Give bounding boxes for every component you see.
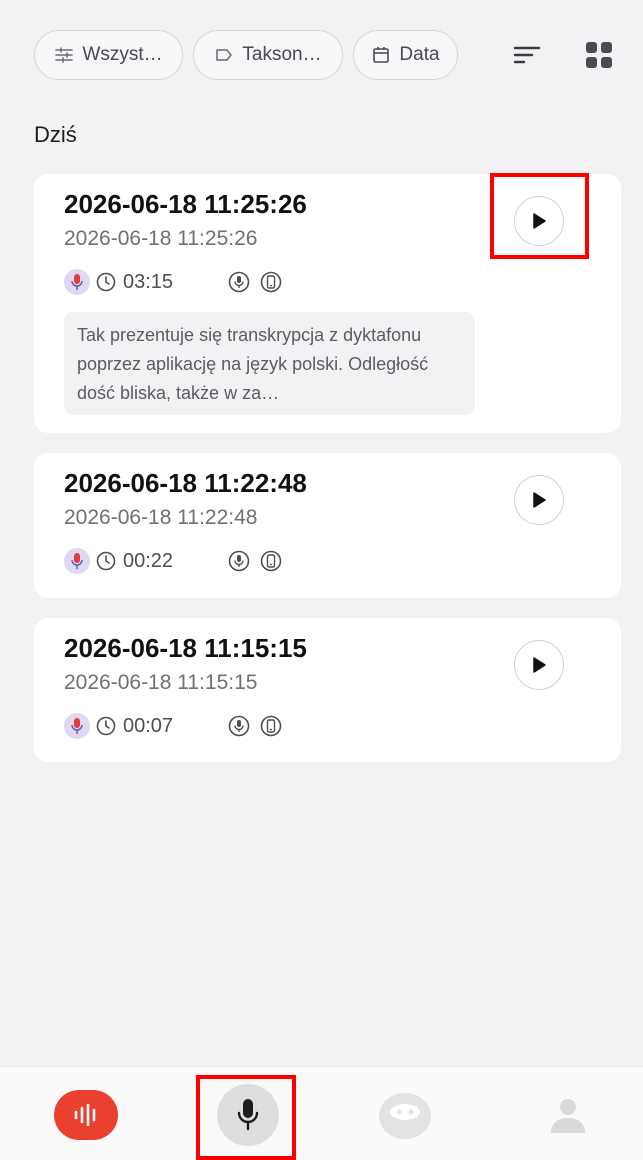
filter-all-label: Wszyst… — [82, 44, 163, 65]
play-icon — [533, 213, 546, 229]
filter-all-chip[interactable]: Wszyst… — [34, 30, 183, 80]
recording-subtitle: 2026-06-18 11:25:26 — [64, 227, 258, 250]
grid-view-icon[interactable] — [584, 40, 614, 70]
recording-subtitle: 2026-06-18 11:22:48 — [64, 506, 258, 529]
play-button[interactable] — [514, 640, 564, 690]
microphone-source-icon — [227, 270, 251, 294]
sliders-icon — [54, 45, 74, 65]
calendar-icon — [371, 45, 391, 65]
phone-source-icon — [259, 714, 283, 738]
transcript-text: Tak prezentuje się transkrypcja z dyktaf… — [77, 325, 429, 403]
recording-title: 2026-06-18 11:22:48 — [64, 468, 307, 498]
play-button[interactable] — [514, 475, 564, 525]
mic-avatar-icon — [64, 269, 90, 295]
recording-meta: 00:07 — [64, 713, 291, 739]
recording-card[interactable]: 2026-06-18 11:25:26 2026-06-18 11:25:26 … — [34, 174, 621, 433]
recording-duration: 00:07 — [123, 714, 174, 737]
phone-source-icon — [259, 270, 283, 294]
filter-taxonomy-chip[interactable]: Takson… — [193, 30, 343, 80]
recording-duration: 00:22 — [123, 549, 174, 572]
filter-date-chip[interactable]: Data — [353, 30, 458, 80]
microphone-source-icon — [227, 549, 251, 573]
filter-date-label: Data — [399, 44, 440, 65]
filter-taxonomy-label: Takson… — [242, 44, 322, 65]
nav-record-tab[interactable] — [217, 1084, 279, 1146]
filter-bar: Wszyst… Takson… Data — [34, 30, 619, 80]
recording-subtitle: 2026-06-18 11:15:15 — [64, 671, 258, 694]
play-button[interactable] — [514, 196, 564, 246]
sort-icon[interactable] — [512, 40, 542, 70]
section-title: Dziś — [34, 122, 77, 147]
phone-source-icon — [259, 549, 283, 573]
microphone-source-icon — [227, 714, 251, 738]
robot-icon — [379, 1093, 431, 1139]
mic-avatar-icon — [64, 713, 90, 739]
nav-profile-tab[interactable] — [540, 1087, 596, 1143]
recording-card[interactable]: 2026-06-18 11:15:15 2026-06-18 11:15:15 … — [34, 618, 621, 762]
play-icon — [533, 657, 546, 673]
recording-title: 2026-06-18 11:15:15 — [64, 633, 307, 663]
play-icon — [533, 492, 546, 508]
bottom-nav — [0, 1066, 643, 1160]
recording-meta: 00:22 — [64, 548, 291, 574]
recording-duration: 03:15 — [123, 270, 174, 293]
transcript-preview[interactable]: Tak prezentuje się transkrypcja z dyktaf… — [64, 312, 475, 415]
tag-icon — [214, 45, 234, 65]
recording-meta: 03:15 — [64, 269, 291, 295]
recording-card[interactable]: 2026-06-18 11:22:48 2026-06-18 11:22:48 … — [34, 453, 621, 598]
nav-records-tab[interactable] — [54, 1090, 118, 1140]
mic-avatar-icon — [64, 548, 90, 574]
nav-ai-tab[interactable] — [374, 1085, 436, 1147]
clock-icon — [96, 550, 118, 572]
clock-icon — [96, 715, 118, 737]
waveform-icon — [74, 1104, 96, 1126]
person-icon — [551, 1099, 585, 1133]
microphone-icon — [237, 1099, 259, 1131]
clock-icon — [96, 271, 118, 293]
recording-title: 2026-06-18 11:25:26 — [64, 189, 307, 219]
